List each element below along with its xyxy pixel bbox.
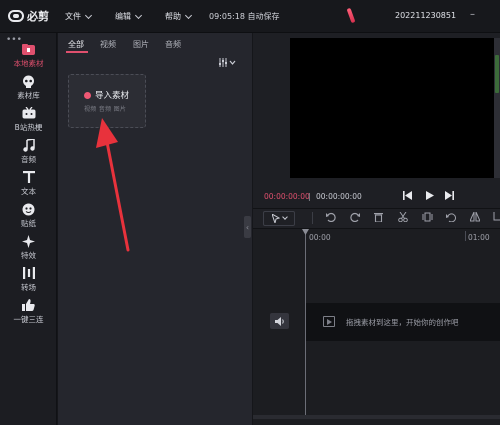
menu-edit-label: 编辑 bbox=[115, 12, 131, 21]
logo-icon bbox=[8, 10, 24, 22]
media-panel: 全部 视频 图片 音频 导入素材 视频 音频 图片 bbox=[58, 33, 252, 425]
import-label: 导入素材 bbox=[95, 91, 130, 101]
menu-file-label: 文件 bbox=[65, 12, 81, 21]
tool-label: 本地素材 bbox=[13, 59, 44, 68]
cursor-icon bbox=[271, 214, 280, 223]
chevron-down-icon bbox=[281, 214, 288, 220]
tool-label: 素材库 bbox=[17, 91, 40, 100]
split-icon[interactable] bbox=[398, 211, 408, 225]
collapse-panel-button[interactable]: ‹ bbox=[244, 216, 251, 238]
tool-transitions[interactable]: 转场 bbox=[0, 263, 57, 295]
app-logo: 必剪 bbox=[8, 9, 49, 23]
tool-local-media[interactable]: 本地素材 bbox=[0, 39, 57, 71]
import-title: 导入素材 bbox=[84, 89, 129, 101]
import-media-button[interactable]: 导入素材 视频 音频 图片 bbox=[68, 74, 146, 128]
tab-video[interactable]: 视频 bbox=[100, 39, 116, 50]
tool-label: 文本 bbox=[21, 187, 36, 196]
play-icon[interactable] bbox=[425, 191, 434, 203]
next-frame-icon[interactable] bbox=[445, 191, 454, 203]
tool-label: 一键三连 bbox=[13, 315, 44, 324]
tool-effects[interactable]: 特效 bbox=[0, 231, 57, 263]
delete-icon[interactable] bbox=[374, 212, 383, 225]
tool-stickers[interactable]: 贴纸 bbox=[0, 199, 57, 231]
sparkle-icon bbox=[22, 234, 36, 248]
drop-hint-text: 拖拽素材到这里，开始你的创作吧 bbox=[346, 318, 459, 327]
tool-label: 特效 bbox=[21, 251, 36, 260]
app-name: 必剪 bbox=[27, 10, 49, 23]
toolbar-divider bbox=[312, 212, 313, 224]
tool-label: 转场 bbox=[21, 283, 36, 292]
preview-side-thumb[interactable] bbox=[495, 55, 499, 93]
sticker-icon bbox=[22, 202, 36, 216]
total-time: 00:00:00:00 bbox=[316, 192, 362, 201]
timeline-scrollbar[interactable] bbox=[253, 415, 500, 419]
tab-audio[interactable]: 音频 bbox=[165, 39, 181, 50]
video-clip-icon bbox=[323, 316, 335, 327]
ruler-next-label: 01:00 bbox=[468, 233, 490, 242]
selection-tool-button[interactable] bbox=[263, 211, 295, 226]
chevron-down-icon bbox=[184, 11, 193, 19]
filter-sort-icon[interactable] bbox=[219, 58, 237, 70]
media-tabs: 全部 视频 图片 音频 bbox=[58, 33, 252, 54]
chevron-down-icon bbox=[84, 11, 93, 19]
previous-frame-icon[interactable] bbox=[403, 191, 412, 203]
music-note-icon bbox=[22, 138, 36, 152]
track-mute-button[interactable] bbox=[270, 313, 289, 329]
current-time: 00:00:00:00 bbox=[264, 192, 310, 201]
active-tab-indicator bbox=[66, 51, 88, 53]
undo-icon[interactable] bbox=[326, 212, 336, 225]
tool-text[interactable]: 文本 bbox=[0, 167, 57, 199]
skull-icon bbox=[22, 74, 36, 88]
pen-icon[interactable] bbox=[346, 7, 356, 24]
redo-icon[interactable] bbox=[350, 212, 360, 225]
plus-icon bbox=[84, 91, 91, 99]
ruler-start-label: 00:00 bbox=[309, 233, 331, 242]
import-subtitle: 视频 音频 图片 bbox=[84, 106, 127, 113]
chevron-down-icon bbox=[134, 11, 143, 19]
speaker-icon bbox=[274, 316, 284, 326]
time-separator: | bbox=[308, 192, 311, 201]
autosave-status: 09:05:18 自动保存 bbox=[209, 12, 280, 21]
tool-audio[interactable]: 音频 bbox=[0, 135, 57, 167]
mirror-icon[interactable] bbox=[469, 211, 481, 225]
tool-label: 音频 bbox=[21, 155, 36, 164]
tool-label: 贴纸 bbox=[21, 219, 36, 228]
tool-triple-combo[interactable]: 一键三连 bbox=[0, 295, 57, 327]
folder-icon bbox=[22, 42, 36, 56]
transition-icon bbox=[22, 266, 36, 280]
project-name[interactable]: 202211230851 bbox=[395, 11, 456, 20]
menu-help[interactable]: 帮助 bbox=[165, 11, 193, 22]
text-icon bbox=[22, 170, 36, 184]
video-preview bbox=[290, 38, 495, 178]
tool-sidebar: ••• 本地素材 素材库 B站热梗 音频 文本 贴纸 特效 转场 一键三连 bbox=[0, 33, 57, 425]
menu-file[interactable]: 文件 bbox=[65, 11, 93, 22]
ruler-tick bbox=[465, 231, 466, 241]
tab-image[interactable]: 图片 bbox=[133, 39, 149, 50]
tool-bilibili-memes[interactable]: B站热梗 bbox=[0, 103, 57, 135]
crop-icon[interactable] bbox=[492, 212, 500, 225]
reverse-icon[interactable] bbox=[446, 212, 456, 225]
tv-icon bbox=[22, 106, 36, 120]
tool-label: B站热梗 bbox=[14, 123, 43, 132]
minimize-icon[interactable]: – bbox=[470, 9, 475, 20]
menu-edit[interactable]: 编辑 bbox=[115, 11, 143, 22]
thumbs-up-icon bbox=[22, 298, 36, 312]
title-bar: 必剪 文件 编辑 帮助 09:05:18 自动保存 202211230851 – bbox=[0, 0, 500, 33]
tool-material-library[interactable]: 素材库 bbox=[0, 71, 57, 103]
freeze-frame-icon[interactable] bbox=[422, 212, 433, 225]
tab-all[interactable]: 全部 bbox=[68, 39, 84, 50]
menu-help-label: 帮助 bbox=[165, 12, 181, 21]
